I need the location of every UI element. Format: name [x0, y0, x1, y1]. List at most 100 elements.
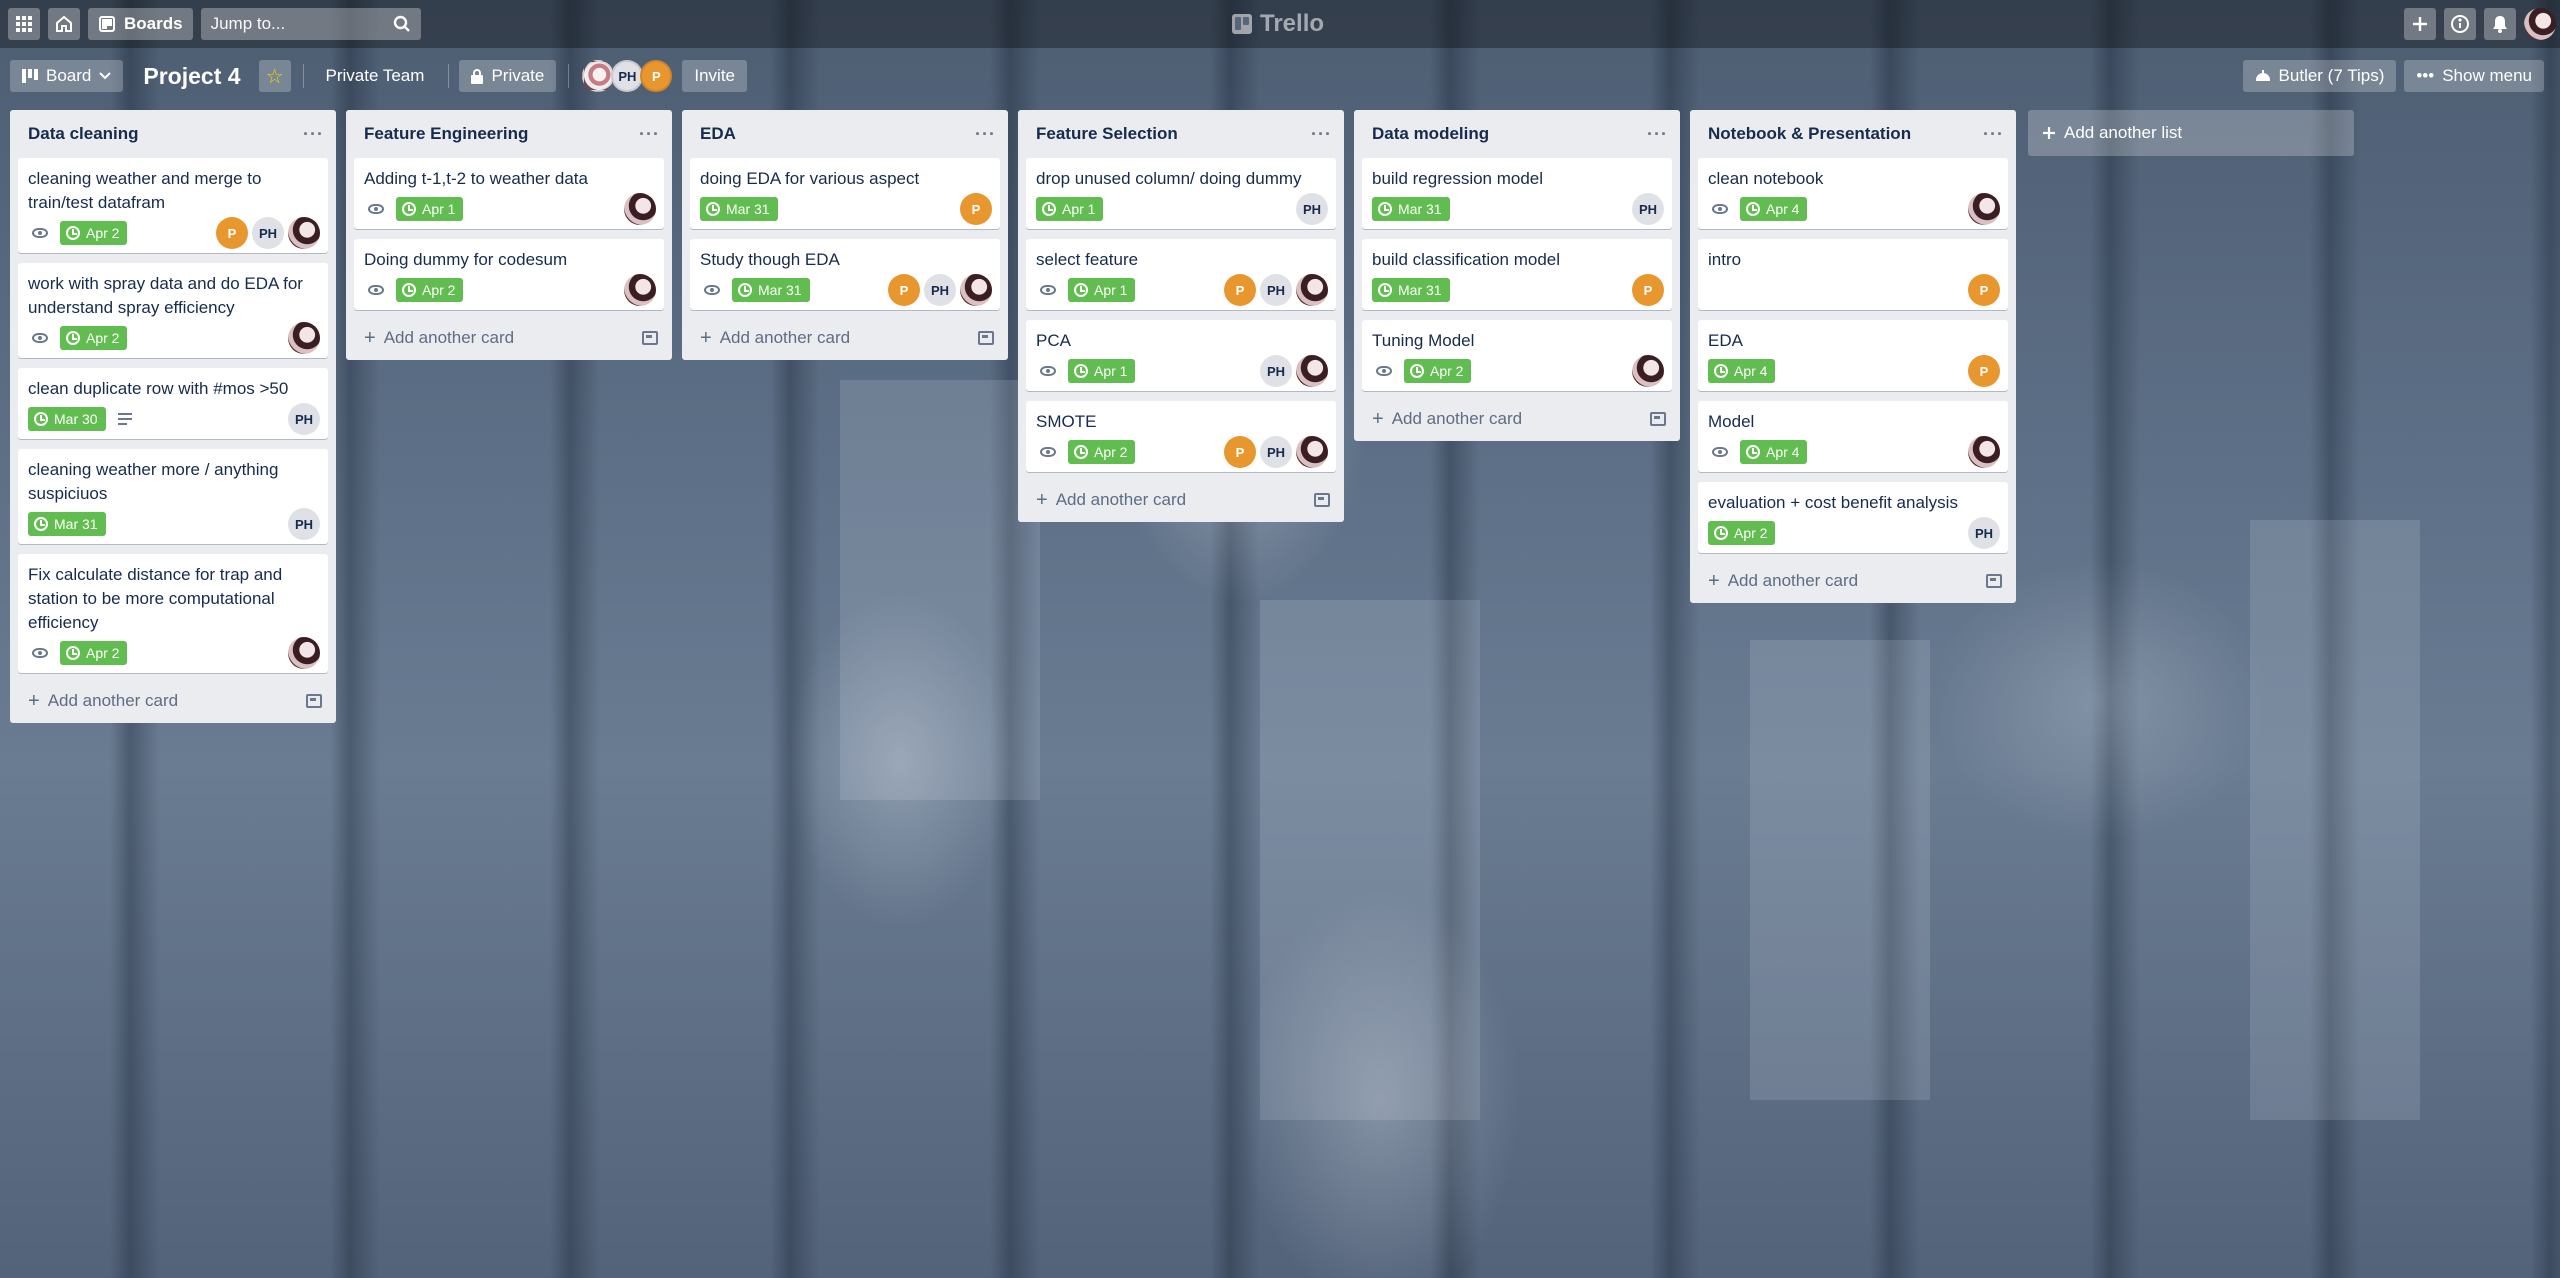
- due-date-badge[interactable]: Apr 1: [396, 197, 464, 221]
- card[interactable]: select feature Apr 1 P PH: [1026, 239, 1336, 310]
- add-card-button[interactable]: + Add another card: [1362, 401, 1672, 437]
- search-input[interactable]: [210, 14, 381, 34]
- member-avatar[interactable]: PH: [1968, 517, 2000, 549]
- add-list-button[interactable]: Add another list: [2028, 110, 2354, 156]
- card[interactable]: work with spray data and do EDA for unde…: [18, 263, 328, 358]
- member-avatar[interactable]: P: [640, 60, 673, 92]
- due-date-badge[interactable]: Apr 2: [1708, 521, 1776, 545]
- member-avatar[interactable]: [624, 274, 656, 306]
- list-menu-icon[interactable]: ···: [1983, 124, 2004, 145]
- list-menu-icon[interactable]: ···: [1311, 124, 1332, 145]
- card-template-icon[interactable]: [1650, 412, 1666, 426]
- member-avatar[interactable]: PH: [611, 60, 644, 92]
- list-title[interactable]: Data modeling: [1372, 124, 1489, 144]
- card[interactable]: cleaning weather and merge to train/test…: [18, 158, 328, 253]
- due-date-badge[interactable]: Apr 4: [1708, 359, 1776, 383]
- member-avatar[interactable]: [288, 217, 320, 249]
- card[interactable]: build regression model Mar 31 PH: [1362, 158, 1672, 229]
- card[interactable]: Model Apr 4: [1698, 401, 2008, 472]
- card-template-icon[interactable]: [306, 694, 322, 708]
- list-title[interactable]: Data cleaning: [28, 124, 139, 144]
- member-avatar[interactable]: P: [1632, 274, 1664, 306]
- butler-button[interactable]: Butler (7 Tips): [2242, 60, 2397, 92]
- card[interactable]: doing EDA for various aspect Mar 31 P: [690, 158, 1000, 229]
- add-card-button[interactable]: + Add another card: [1698, 563, 2008, 599]
- due-date-badge[interactable]: Mar 31: [700, 197, 778, 221]
- info-button[interactable]: [2444, 8, 2476, 40]
- card[interactable]: SMOTE Apr 2 P PH: [1026, 401, 1336, 472]
- member-avatar[interactable]: [624, 193, 656, 225]
- due-date-badge[interactable]: Mar 31: [1372, 278, 1450, 302]
- card[interactable]: Fix calculate distance for trap and stat…: [18, 554, 328, 673]
- card[interactable]: Adding t-1,t-2 to weather data Apr 1: [354, 158, 664, 229]
- list-title[interactable]: Notebook & Presentation: [1708, 124, 1911, 144]
- member-avatar[interactable]: [1296, 436, 1328, 468]
- card-template-icon[interactable]: [1986, 574, 2002, 588]
- show-menu-button[interactable]: ••• Show menu: [2404, 60, 2544, 92]
- member-avatar[interactable]: PH: [1260, 274, 1292, 306]
- list-title[interactable]: Feature Engineering: [364, 124, 528, 144]
- invite-button[interactable]: Invite: [682, 60, 747, 92]
- member-avatar[interactable]: P: [960, 193, 992, 225]
- due-date-badge[interactable]: Apr 1: [1036, 197, 1104, 221]
- team-button[interactable]: Private Team: [314, 60, 437, 92]
- card-template-icon[interactable]: [1314, 493, 1330, 507]
- member-avatar[interactable]: [288, 322, 320, 354]
- profile-avatar[interactable]: [2524, 8, 2556, 40]
- card[interactable]: clean notebook Apr 4: [1698, 158, 2008, 229]
- notifications-button[interactable]: [2484, 8, 2516, 40]
- list-menu-icon[interactable]: ···: [639, 124, 660, 145]
- member-avatar[interactable]: P: [888, 274, 920, 306]
- member-avatar[interactable]: PH: [288, 508, 320, 540]
- member-avatar[interactable]: [288, 637, 320, 669]
- card[interactable]: intro P: [1698, 239, 2008, 310]
- card[interactable]: clean duplicate row with #mos >50 Mar 30 P…: [18, 368, 328, 439]
- due-date-badge[interactable]: Apr 2: [396, 278, 464, 302]
- trello-logo[interactable]: Trello: [1232, 10, 1324, 38]
- member-avatar[interactable]: P: [216, 217, 248, 249]
- list-menu-icon[interactable]: ···: [1647, 124, 1668, 145]
- add-card-button[interactable]: + Add another card: [690, 320, 1000, 356]
- add-card-button[interactable]: + Add another card: [1026, 482, 1336, 518]
- due-date-badge[interactable]: Mar 31: [732, 278, 810, 302]
- due-date-badge[interactable]: Apr 2: [60, 326, 128, 350]
- due-date-badge[interactable]: Mar 31: [28, 512, 106, 536]
- card[interactable]: evaluation + cost benefit analysis Apr 2 P…: [1698, 482, 2008, 553]
- due-date-badge[interactable]: Apr 1: [1068, 359, 1136, 383]
- member-avatar[interactable]: P: [1968, 274, 2000, 306]
- list-title[interactable]: Feature Selection: [1036, 124, 1178, 144]
- member-avatar[interactable]: PH: [924, 274, 956, 306]
- member-avatar[interactable]: PH: [288, 403, 320, 435]
- card[interactable]: Tuning Model Apr 2: [1362, 320, 1672, 391]
- add-card-button[interactable]: + Add another card: [18, 683, 328, 719]
- card[interactable]: build classification model Mar 31 P: [1362, 239, 1672, 310]
- card[interactable]: drop unused column/ doing dummy Apr 1 PH: [1026, 158, 1336, 229]
- due-date-badge[interactable]: Apr 2: [1404, 359, 1472, 383]
- list-title[interactable]: EDA: [700, 124, 736, 144]
- member-avatar[interactable]: PH: [252, 217, 284, 249]
- due-date-badge[interactable]: Mar 30: [28, 407, 106, 431]
- member-avatar[interactable]: P: [1224, 274, 1256, 306]
- member-avatar[interactable]: [1968, 193, 2000, 225]
- apps-grid-button[interactable]: [8, 8, 40, 40]
- search-box[interactable]: [200, 8, 421, 40]
- due-date-badge[interactable]: Apr 4: [1740, 197, 1808, 221]
- star-board-button[interactable]: ☆: [258, 60, 291, 92]
- member-avatar[interactable]: PH: [1260, 355, 1292, 387]
- due-date-badge[interactable]: Apr 4: [1740, 440, 1808, 464]
- member-avatar[interactable]: PH: [1296, 193, 1328, 225]
- list-menu-icon[interactable]: ···: [303, 124, 324, 145]
- add-card-button[interactable]: + Add another card: [354, 320, 664, 356]
- member-avatar[interactable]: [1296, 274, 1328, 306]
- due-date-badge[interactable]: Mar 31: [1372, 197, 1450, 221]
- member-avatar[interactable]: P: [1224, 436, 1256, 468]
- member-avatar[interactable]: [1296, 355, 1328, 387]
- due-date-badge[interactable]: Apr 2: [60, 221, 128, 245]
- card-template-icon[interactable]: [642, 331, 658, 345]
- due-date-badge[interactable]: Apr 2: [1068, 440, 1136, 464]
- card[interactable]: cleaning weather more / anything suspici…: [18, 449, 328, 544]
- member-avatar[interactable]: P: [1968, 355, 2000, 387]
- home-button[interactable]: [48, 8, 80, 40]
- member-avatar[interactable]: [582, 60, 615, 92]
- create-button[interactable]: [2404, 8, 2436, 40]
